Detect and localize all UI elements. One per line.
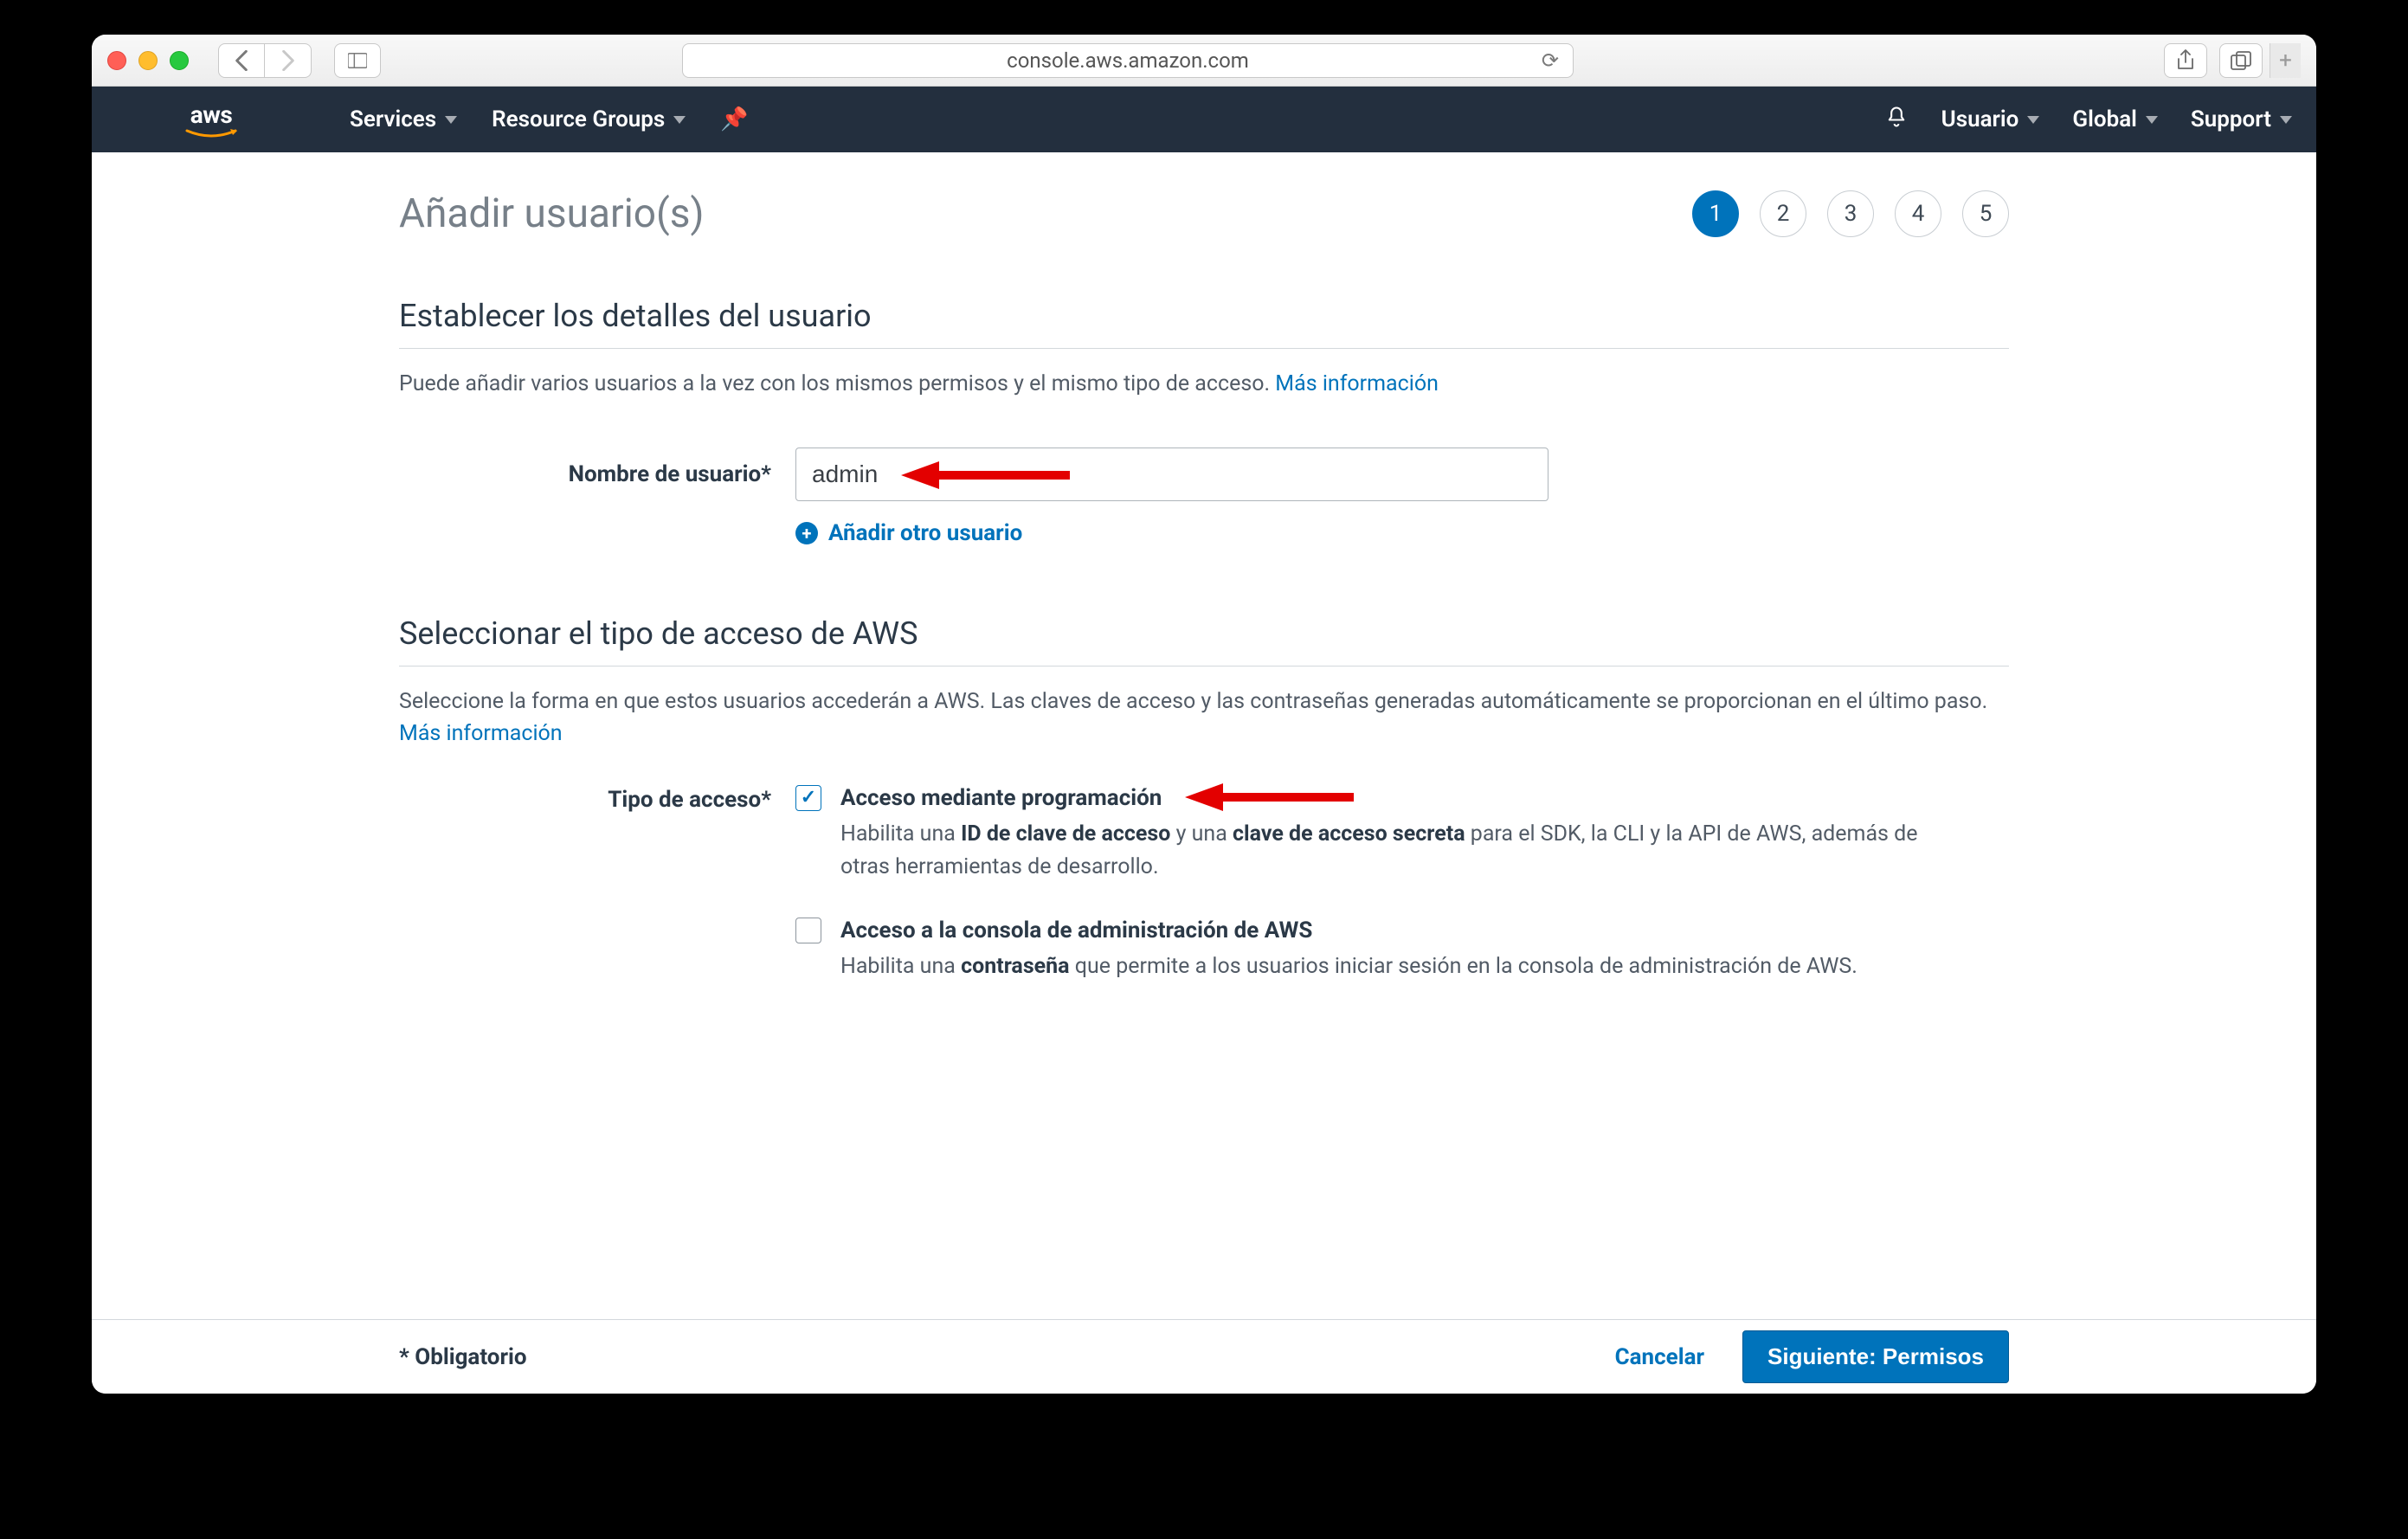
window-controls — [107, 51, 189, 70]
username-label: Nombre de usuario* — [399, 461, 771, 487]
cancel-button[interactable]: Cancelar — [1615, 1344, 1704, 1370]
access-option-programmatic[interactable]: ✓ Acceso mediante programación Habilita … — [795, 785, 2009, 885]
section-access-subtext: Seleccione la forma en que estos usuario… — [399, 686, 2009, 750]
chevron-down-icon — [2027, 116, 2039, 124]
step-1[interactable]: 1 — [1692, 190, 1739, 237]
option-programmatic-desc: Habilita una ID de clave de acceso y una… — [840, 818, 1957, 885]
services-menu[interactable]: Services — [350, 106, 457, 132]
new-tab-button[interactable]: + — [2270, 43, 2301, 78]
wizard-footer: * Obligatorio Cancelar Siguiente: Permis… — [92, 1319, 2316, 1394]
checkbox-console[interactable] — [795, 918, 821, 943]
option-console-title: Acceso a la consola de administración de… — [840, 918, 1858, 943]
required-note: * Obligatorio — [399, 1344, 527, 1370]
reload-icon[interactable]: ⟳ — [1542, 48, 1559, 73]
checkbox-programmatic[interactable]: ✓ — [795, 785, 821, 811]
section-user-details-subtext: Puede añadir varios usuarios a la vez co… — [399, 368, 2009, 401]
more-info-link[interactable]: Más información — [399, 721, 563, 746]
sidebar-toggle-button[interactable] — [334, 43, 381, 78]
close-window-button[interactable] — [107, 51, 126, 70]
wizard-steps: 1 2 3 4 5 — [1692, 190, 2009, 237]
page-title: Añadir usuario(s) — [399, 190, 705, 237]
share-button[interactable] — [2164, 43, 2207, 78]
step-2[interactable]: 2 — [1760, 190, 1806, 237]
browser-window: console.aws.amazon.com ⟳ + aws Services … — [92, 35, 2316, 1394]
chevron-down-icon — [2280, 116, 2292, 124]
url-bar[interactable]: console.aws.amazon.com ⟳ — [682, 43, 1574, 78]
notifications-icon[interactable] — [1884, 105, 1909, 135]
account-menu[interactable]: Usuario — [1941, 106, 2040, 132]
section-user-details-heading: Establecer los detalles del usuario — [399, 298, 2009, 334]
resource-groups-menu[interactable]: Resource Groups — [492, 106, 686, 132]
aws-logo[interactable]: aws — [116, 100, 315, 139]
pin-icon[interactable]: 📌 — [720, 106, 748, 132]
support-label: Support — [2191, 106, 2271, 132]
browser-actions: + — [2164, 43, 2301, 78]
step-4[interactable]: 4 — [1895, 190, 1941, 237]
plus-circle-icon: + — [795, 522, 818, 544]
option-console-desc: Habilita una contraseña que permite a lo… — [840, 950, 1858, 984]
step-3[interactable]: 3 — [1827, 190, 1874, 237]
check-icon: ✓ — [801, 787, 816, 808]
tabs-button[interactable] — [2219, 43, 2263, 78]
region-menu[interactable]: Global — [2072, 106, 2158, 132]
access-option-console[interactable]: Acceso a la consola de administración de… — [795, 918, 2009, 984]
add-another-user-label: Añadir otro usuario — [828, 520, 1022, 546]
browser-titlebar: console.aws.amazon.com ⟳ + — [92, 35, 2316, 87]
step-5[interactable]: 5 — [1962, 190, 2009, 237]
page-content: Añadir usuario(s) 1 2 3 4 5 Establecer l… — [92, 152, 2316, 1319]
option-programmatic-title: Acceso mediante programación — [840, 785, 1957, 811]
account-label: Usuario — [1941, 106, 2019, 132]
back-button[interactable] — [218, 43, 265, 78]
browser-nav — [218, 43, 312, 78]
minimize-window-button[interactable] — [138, 51, 158, 70]
chevron-down-icon — [2146, 116, 2158, 124]
forward-button[interactable] — [265, 43, 312, 78]
maximize-window-button[interactable] — [170, 51, 189, 70]
header-right: Usuario Global Support — [1884, 105, 2292, 135]
region-label: Global — [2072, 106, 2137, 132]
next-button[interactable]: Siguiente: Permisos — [1742, 1330, 2009, 1383]
aws-header: aws Services Resource Groups 📌 Usuario G… — [92, 87, 2316, 152]
support-menu[interactable]: Support — [2191, 106, 2292, 132]
chevron-down-icon — [445, 116, 457, 124]
add-another-user-button[interactable]: + Añadir otro usuario — [795, 520, 2009, 546]
resource-groups-label: Resource Groups — [492, 106, 665, 132]
divider — [399, 348, 2009, 349]
more-info-link[interactable]: Más información — [1275, 371, 1439, 396]
services-label: Services — [350, 106, 436, 132]
access-type-label: Tipo de acceso* — [399, 785, 771, 1017]
username-input[interactable] — [795, 448, 1548, 501]
section-access-heading: Seleccionar el tipo de acceso de AWS — [399, 615, 2009, 652]
username-row: Nombre de usuario* — [399, 448, 2009, 501]
url-text: console.aws.amazon.com — [1007, 48, 1249, 73]
chevron-down-icon — [673, 116, 686, 124]
